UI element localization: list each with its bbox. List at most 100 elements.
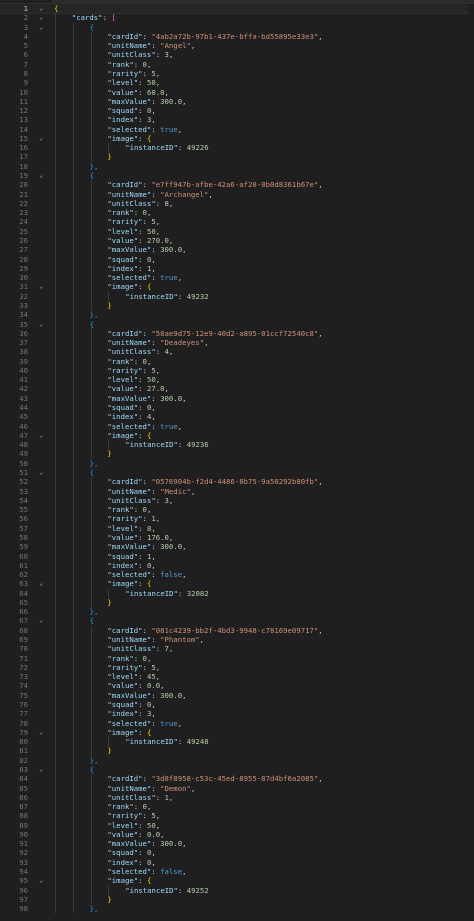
code-line[interactable]: 39 "rank": 0,	[0, 356, 474, 366]
code-line[interactable]: 22 "unitClass": 8,	[0, 198, 474, 209]
code-line[interactable]: 43 "maxValue": 300.0,	[0, 393, 474, 404]
code-line[interactable]: 46 "selected": true,	[0, 421, 474, 431]
code-line[interactable]: 59 "maxValue": 300.0,	[0, 542, 474, 552]
chevron-down-icon[interactable]: ⌄	[39, 765, 49, 774]
code-line[interactable]: 47 ⌄ "image": {	[0, 430, 474, 441]
code-line[interactable]: 14 "selected": true,	[0, 124, 474, 134]
chevron-down-icon[interactable]: ⌄	[39, 171, 49, 180]
code-line[interactable]: 80 "instanceID": 49248	[0, 737, 474, 747]
code-line[interactable]: 36 "cardId": "58ae9d75-12e9-40d2-a895-01c…	[0, 328, 474, 339]
code-editor[interactable]: 1 ⌄{2 ⌄ "cards": [3 ⌄{4 "cardId": "4ab2a72b-9…	[0, 0, 474, 921]
code-line[interactable]: 17}	[0, 152, 474, 162]
code-line[interactable]: 52 "cardId": "0576904b-f2d4-4486-8b75-9a5…	[0, 477, 474, 487]
code-line[interactable]: 27 "maxValue": 300.0,	[0, 245, 474, 255]
code-line[interactable]: 53 "unitName": "Medic",	[0, 486, 474, 496]
code-line[interactable]: 48 "instanceID": 49236	[0, 440, 474, 450]
code-line[interactable]: 82},	[0, 755, 474, 765]
code-line[interactable]: 93 "index": 0,	[0, 857, 474, 868]
code-line[interactable]: 97}	[0, 894, 474, 905]
code-line[interactable]: 21 "unitName": "Archangel",	[0, 189, 474, 199]
code-line[interactable]: 9 "level": 50,	[0, 78, 474, 88]
code-line[interactable]: 58 "value": 176.0,	[0, 532, 474, 543]
code-line[interactable]: 67 ⌄ {	[0, 616, 474, 626]
code-line[interactable]: 89 "level": 50,	[0, 820, 474, 830]
code-line[interactable]: 62 "selected": false,	[0, 570, 474, 580]
code-line[interactable]: 65}	[0, 597, 474, 608]
code-line[interactable]: 11 "maxValue": 300.0,	[0, 96, 474, 107]
code-line[interactable]: 26 "value": 270.0,	[0, 236, 474, 246]
code-line[interactable]: 70 "unitClass": 7,	[0, 644, 474, 654]
code-line[interactable]: 83 ⌄ {	[0, 764, 474, 775]
code-line[interactable]: 12 "squad": 0,	[0, 106, 474, 116]
code-line[interactable]: 35 ⌄ {	[0, 319, 474, 329]
code-line[interactable]: 64 "instanceID": 32082	[0, 588, 474, 598]
chevron-down-icon[interactable]: ⌄	[39, 431, 49, 440]
code-line[interactable]: 45 "index": 4,	[0, 412, 474, 422]
code-line[interactable]: 32 "instanceID": 49232	[0, 291, 474, 301]
chevron-down-icon[interactable]: ⌄	[39, 13, 49, 22]
code-line[interactable]: 84 "cardId": "3d8f8958-c53c-45ed-8955-87d…	[0, 774, 474, 784]
code-line[interactable]: 4 "cardId": "4ab2a72b-97b1-437e-bffa-bd55…	[0, 31, 474, 42]
code-line[interactable]: 98},	[0, 904, 474, 914]
vertical-scrollbar[interactable]	[468, 4, 474, 921]
code-line[interactable]: 13 "index": 3,	[0, 115, 474, 125]
code-line[interactable]: 77 "index": 3,	[0, 709, 474, 719]
code-line[interactable]: 61 "index": 0,	[0, 560, 474, 571]
code-line[interactable]: 50},	[0, 458, 474, 468]
chevron-down-icon[interactable]: ⌄	[39, 282, 49, 291]
code-line[interactable]: 94 "selected": false,	[0, 867, 474, 877]
code-line[interactable]: 57 "level": 8,	[0, 523, 474, 533]
code-line[interactable]: 69 "unitName": "Phantom",	[0, 635, 474, 645]
code-line[interactable]: 40 "rarity": 5,	[0, 365, 474, 376]
code-line[interactable]: 75 "maxValue": 300.0,	[0, 690, 474, 700]
code-line[interactable]: 74 "value": 0.0,	[0, 681, 474, 691]
code-line[interactable]: 87 "rank": 0,	[0, 802, 474, 812]
chevron-down-icon[interactable]: ⌄	[39, 876, 49, 885]
code-line[interactable]: 20 "cardId": "e7ff947b-afbe-42a6-af28-0b0…	[0, 180, 474, 190]
chevron-down-icon[interactable]: ⌄	[39, 579, 49, 588]
code-line[interactable]: 19 ⌄ {	[0, 171, 474, 181]
code-line[interactable]: 78 "selected": true,	[0, 718, 474, 728]
code-line[interactable]: 68 "cardId": "081c4239-bb2f-4bd3-9948-c78…	[0, 625, 474, 636]
code-line[interactable]: 6 "unitClass": 3,	[0, 50, 474, 60]
code-line[interactable]: 29 "index": 1,	[0, 263, 474, 274]
code-line[interactable]: 31 ⌄ "image": {	[0, 282, 474, 292]
code-line[interactable]: 23 "rank": 0,	[0, 208, 474, 218]
code-line[interactable]: 8 "rarity": 5,	[0, 68, 474, 79]
code-line[interactable]: 2 ⌄ "cards": [	[0, 13, 474, 23]
code-line[interactable]: 33}	[0, 300, 474, 311]
code-line[interactable]: 85 "unitName": "Demon",	[0, 783, 474, 793]
code-line[interactable]: 91 "maxValue": 300.0,	[0, 839, 474, 849]
code-line[interactable]: 18},	[0, 161, 474, 172]
code-line[interactable]: 49}	[0, 449, 474, 459]
chevron-down-icon[interactable]: ⌄	[39, 728, 49, 737]
chevron-down-icon[interactable]: ⌄	[39, 320, 49, 329]
code-line[interactable]: 10 "value": 60.0,	[0, 87, 474, 97]
code-line[interactable]: 30 "selected": true,	[0, 273, 474, 283]
code-line[interactable]: 63 ⌄ "image": {	[0, 579, 474, 589]
code-line[interactable]: 95 ⌄ "image": {	[0, 876, 474, 886]
code-line[interactable]: 92 "squad": 0,	[0, 848, 474, 858]
code-line[interactable]: 71 "rank": 0,	[0, 653, 474, 663]
code-line[interactable]: 15 ⌄ "image": {	[0, 133, 474, 144]
code-line[interactable]: 41 "level": 50,	[0, 375, 474, 385]
code-line[interactable]: 86 "unitClass": 1,	[0, 792, 474, 803]
code-line[interactable]: 54 "unitClass": 3,	[0, 495, 474, 506]
code-line[interactable]: 37 "unitName": "Deadeyes",	[0, 338, 474, 348]
code-line[interactable]: 1 ⌄ {	[0, 2, 474, 15]
code-line[interactable]: 56 "rarity": 1,	[0, 514, 474, 524]
code-line[interactable]: 51 ⌄ {	[0, 468, 474, 478]
chevron-down-icon[interactable]: ⌄	[39, 468, 49, 477]
code-line[interactable]: 34},	[0, 310, 474, 320]
code-line[interactable]: 28 "squad": 0,	[0, 254, 474, 264]
code-line[interactable]: 66},	[0, 607, 474, 617]
code-line[interactable]: 3 ⌄ {	[0, 22, 474, 32]
code-line[interactable]: 5 "unitName": "Angel",	[0, 41, 474, 51]
chevron-down-icon[interactable]: ⌄	[39, 23, 49, 32]
code-line[interactable]: 25 "level": 50,	[0, 226, 474, 236]
code-line[interactable]: 55 "rank": 0,	[0, 505, 474, 515]
code-line[interactable]: 90 "value": 0.0,	[0, 829, 474, 840]
code-line[interactable]: 24 "rarity": 5,	[0, 217, 474, 227]
chevron-down-icon[interactable]: ⌄	[39, 616, 49, 625]
code-line[interactable]: 44 "squad": 0,	[0, 403, 474, 413]
